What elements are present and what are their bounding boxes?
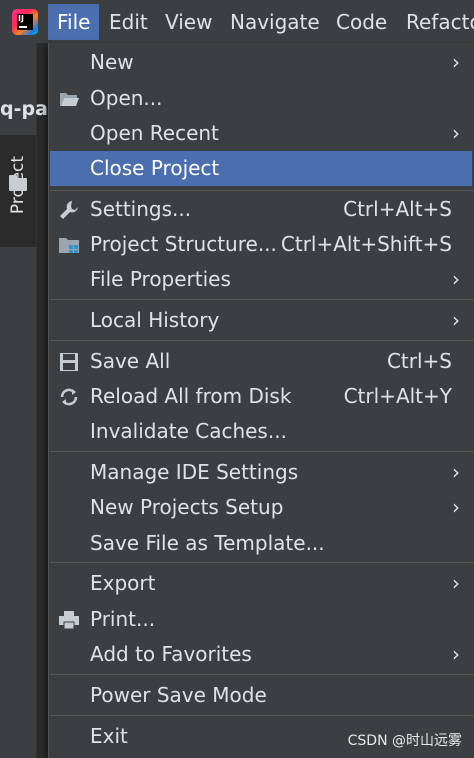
menu-separator — [50, 715, 474, 716]
menu-item-save-file-as-template[interactable]: Save File as Template... — [50, 526, 472, 561]
menu-item-export[interactable]: Export › — [50, 566, 472, 601]
menu-item-settings[interactable]: Settings... Ctrl+Alt+S — [50, 192, 472, 227]
menu-separator — [50, 190, 474, 191]
chevron-right-icon: › — [452, 267, 460, 291]
folder-icon — [9, 175, 27, 191]
save-icon — [58, 351, 80, 373]
menu-item-add-to-favorites[interactable]: Add to Favorites › — [50, 637, 472, 672]
menu-item-new-projects-setup[interactable]: New Projects Setup › — [50, 490, 472, 525]
menu-item-manage-ide-settings[interactable]: Manage IDE Settings › — [50, 455, 472, 490]
menu-item-new[interactable]: New › — [50, 45, 472, 80]
wrench-icon — [58, 199, 80, 221]
left-tool-window-strip: q-par Project — [0, 43, 57, 758]
watermark: CSDN @时山远雾 — [347, 733, 462, 749]
chevron-right-icon: › — [452, 642, 460, 666]
menu-code[interactable]: Code — [327, 4, 396, 40]
menu-item-close-project[interactable]: Close Project — [50, 151, 472, 186]
project-structure-icon — [58, 234, 80, 256]
menu-file[interactable]: File — [48, 4, 100, 40]
menu-item-local-history[interactable]: Local History › — [50, 303, 472, 338]
menu-separator — [50, 340, 474, 341]
chevron-right-icon: › — [452, 121, 460, 145]
chevron-right-icon: › — [452, 50, 460, 74]
menu-item-save-all[interactable]: Save All Ctrl+S — [50, 344, 472, 379]
main-menu-bar: IJ File Edit View Navigate Code Refacto — [0, 0, 474, 43]
menu-item-power-save-mode[interactable]: Power Save Mode — [50, 678, 472, 713]
chevron-right-icon: › — [452, 571, 460, 595]
menu-item-reload-all[interactable]: Reload All from Disk Ctrl+Alt+Y — [50, 379, 472, 414]
file-menu-dropdown: New › Open... Open Recent › Close Projec… — [48, 43, 474, 758]
menu-item-print[interactable]: Print... — [50, 602, 472, 637]
intellij-logo-icon[interactable]: IJ — [12, 9, 38, 35]
menu-separator — [50, 299, 474, 300]
menu-edit[interactable]: Edit — [100, 4, 157, 40]
menu-separator — [50, 562, 474, 563]
folder-open-icon — [58, 88, 80, 110]
project-tool-window-tab[interactable]: Project — [0, 135, 36, 247]
menu-separator — [50, 451, 474, 452]
menu-item-invalidate-caches[interactable]: Invalidate Caches... — [50, 414, 472, 449]
menu-item-file-properties[interactable]: File Properties › — [50, 262, 472, 297]
chevron-right-icon: › — [452, 460, 460, 484]
menu-view[interactable]: View — [156, 4, 221, 40]
reload-icon — [58, 386, 80, 408]
menu-item-open[interactable]: Open... — [50, 81, 472, 116]
menu-navigate[interactable]: Navigate — [221, 4, 329, 40]
menu-separator — [50, 674, 474, 675]
chevron-right-icon: › — [452, 495, 460, 519]
printer-icon — [58, 609, 80, 631]
menu-item-project-structure[interactable]: Project Structure... Ctrl+Alt+Shift+S — [50, 227, 472, 262]
chevron-right-icon: › — [452, 308, 460, 332]
menu-item-open-recent[interactable]: Open Recent › — [50, 116, 472, 151]
menu-refactor[interactable]: Refacto — [397, 4, 474, 40]
